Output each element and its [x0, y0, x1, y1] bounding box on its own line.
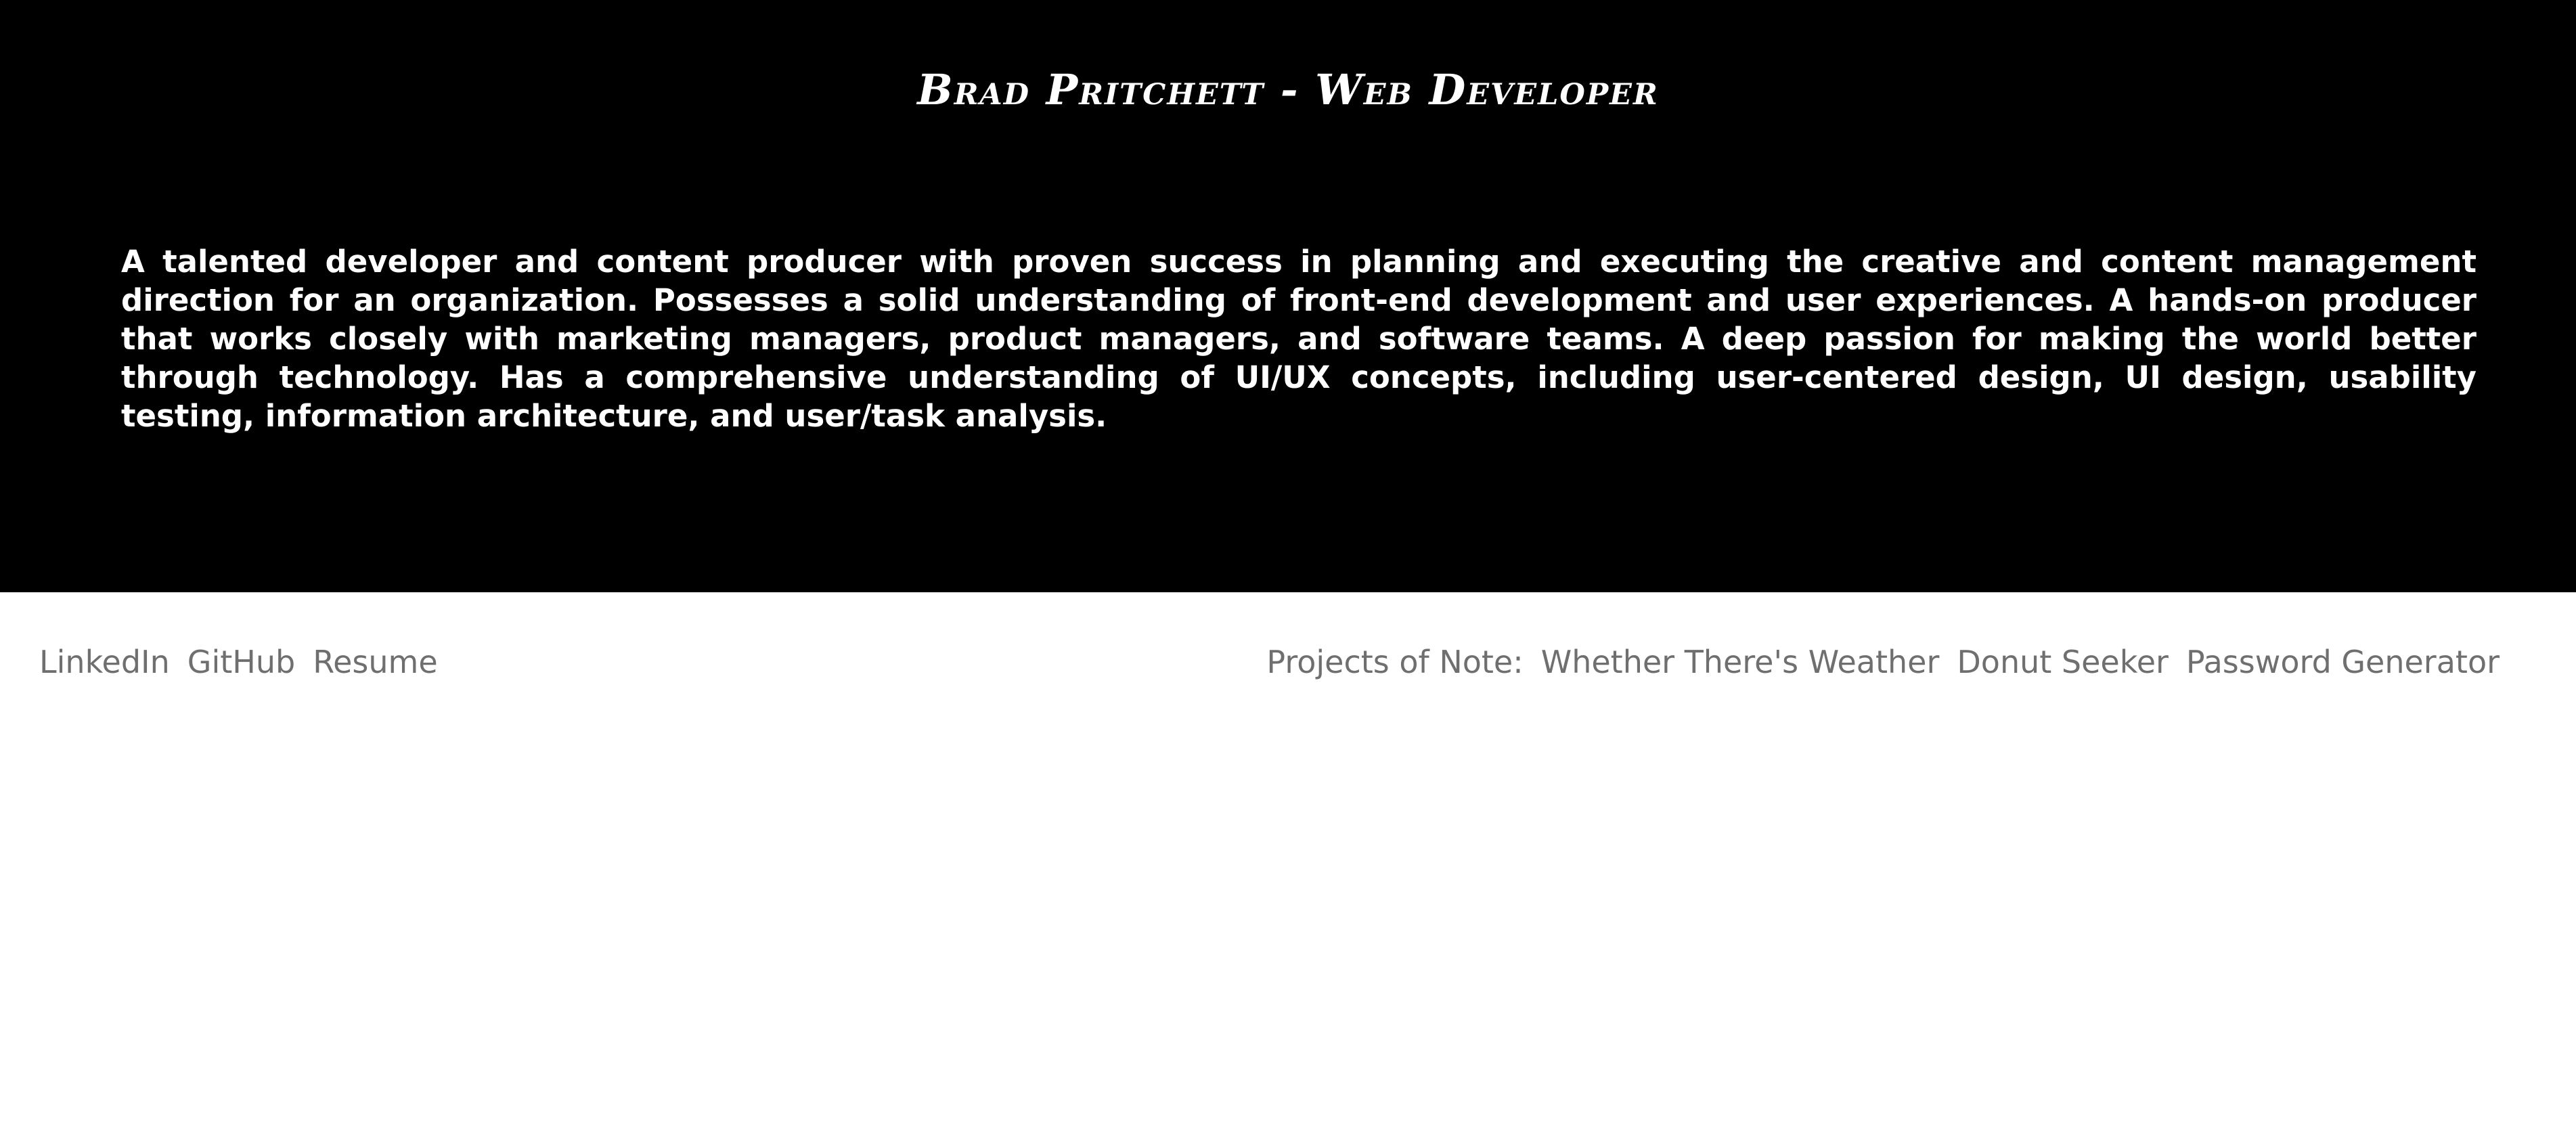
social-links: LinkedIn GitHub Resume	[39, 639, 438, 685]
resume-link[interactable]: Resume	[313, 639, 437, 685]
projects-nav: Projects of Note: Whether There's Weathe…	[1266, 639, 2500, 685]
page-title: Brad Pritchett - Web Developer	[917, 65, 1659, 114]
project-link-donut-seeker[interactable]: Donut Seeker	[1957, 639, 2169, 685]
projects-label: Projects of Note:	[1266, 644, 1524, 680]
hero-section: Brad Pritchett - Web Developer A talente…	[0, 0, 2576, 592]
github-link[interactable]: GitHub	[187, 639, 295, 685]
linkedin-link[interactable]: LinkedIn	[39, 639, 170, 685]
project-link-weather[interactable]: Whether There's Weather	[1541, 639, 1940, 685]
project-link-password-generator[interactable]: Password Generator	[2186, 639, 2500, 685]
bio-paragraph: A talented developer and content produce…	[121, 244, 2477, 434]
